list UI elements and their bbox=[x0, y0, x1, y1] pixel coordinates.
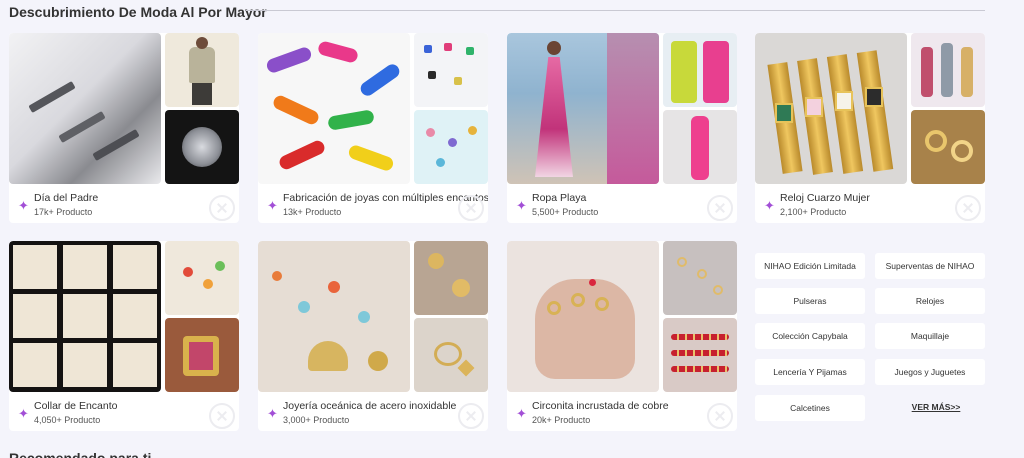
card-image-mosaic bbox=[507, 241, 737, 392]
card-thumb-image bbox=[414, 318, 488, 392]
card-info: ✦ Collar de Encanto 4,050+ Producto bbox=[9, 392, 239, 431]
card-main-image bbox=[507, 33, 659, 184]
tag-coleccion-capybala[interactable]: Colección Capybala bbox=[755, 323, 865, 349]
card-main-image bbox=[9, 33, 161, 184]
card-thumb-image bbox=[663, 318, 737, 392]
card-main-image bbox=[755, 33, 907, 184]
sparkle-icon: ✦ bbox=[267, 406, 278, 421]
category-name[interactable]: Reloj Cuarzo Mujer bbox=[780, 192, 870, 204]
logo-watermark-icon bbox=[209, 195, 235, 221]
tag-juegos-juguetes[interactable]: Juegos y Juguetes bbox=[875, 359, 985, 385]
tag-nihao-edicion-limitada[interactable]: NIHAO Edición Limitada bbox=[755, 253, 865, 279]
card-info: ✦ Ropa Playa 5,500+ Producto bbox=[507, 184, 737, 223]
category-card-joyeria-oceanica[interactable]: ✦ Joyería oceánica de acero inoxidable 3… bbox=[258, 241, 488, 431]
title-divider bbox=[246, 10, 985, 11]
card-image-mosaic bbox=[258, 241, 488, 392]
card-thumb-image bbox=[414, 110, 488, 184]
tag-lenceria-pijamas[interactable]: Lencería Y Pijamas bbox=[755, 359, 865, 385]
card-info: ✦ Día del Padre 17k+ Producto bbox=[9, 184, 239, 223]
card-thumb-image bbox=[414, 241, 488, 315]
card-thumb-image bbox=[165, 110, 239, 184]
card-info: ✦ Fabricación de joyas con múltiples enc… bbox=[258, 184, 488, 223]
category-card-dia-del-padre[interactable]: ✦ Día del Padre 17k+ Producto bbox=[9, 33, 239, 223]
card-thumb-image bbox=[911, 33, 985, 107]
card-thumb-image bbox=[165, 318, 239, 392]
card-image-mosaic bbox=[507, 33, 737, 184]
see-more-link[interactable]: VER MÁS>> bbox=[876, 402, 996, 412]
category-name[interactable]: Fabricación de joyas con múltiples encan… bbox=[283, 192, 488, 204]
tag-superventas-nihao[interactable]: Superventas de NIHAO bbox=[875, 253, 985, 279]
category-name[interactable]: Collar de Encanto bbox=[34, 400, 117, 412]
card-image-mosaic bbox=[9, 241, 239, 392]
product-count: 3,000+ Producto bbox=[283, 415, 350, 425]
card-thumb-image bbox=[663, 33, 737, 107]
card-main-image bbox=[507, 241, 659, 392]
category-name[interactable]: Día del Padre bbox=[34, 192, 98, 204]
section-title: Descubrimiento De Moda Al Por Mayor bbox=[9, 4, 267, 20]
tag-pulseras[interactable]: Pulseras bbox=[755, 288, 865, 314]
category-card-fabricacion-joyas[interactable]: ✦ Fabricación de joyas con múltiples enc… bbox=[258, 33, 488, 223]
card-thumb-image bbox=[165, 241, 239, 315]
logo-watermark-icon bbox=[458, 403, 484, 429]
category-name[interactable]: Ropa Playa bbox=[532, 192, 586, 204]
card-thumb-image bbox=[911, 110, 985, 184]
product-count: 13k+ Producto bbox=[283, 207, 342, 217]
card-main-image bbox=[258, 241, 410, 392]
category-name[interactable]: Joyería oceánica de acero inoxidable bbox=[283, 400, 456, 412]
product-count: 5,500+ Producto bbox=[532, 207, 599, 217]
logo-watermark-icon bbox=[707, 195, 733, 221]
product-count: 17k+ Producto bbox=[34, 207, 93, 217]
category-card-ropa-playa[interactable]: ✦ Ropa Playa 5,500+ Producto bbox=[507, 33, 737, 223]
logo-watermark-icon bbox=[955, 195, 981, 221]
sparkle-icon: ✦ bbox=[18, 198, 29, 213]
category-card-reloj-cuarzo[interactable]: ✦ Reloj Cuarzo Mujer 2,100+ Producto bbox=[755, 33, 985, 223]
card-thumb-image bbox=[165, 33, 239, 107]
card-thumb-image bbox=[663, 110, 737, 184]
category-card-circonita-cobre[interactable]: ✦ Circonita incrustada de cobre 20k+ Pro… bbox=[507, 241, 737, 431]
tag-maquillaje[interactable]: Maquillaje bbox=[875, 323, 985, 349]
card-thumb-image bbox=[414, 33, 488, 107]
card-main-image bbox=[9, 241, 161, 392]
card-image-mosaic bbox=[755, 33, 985, 184]
card-info: ✦ Circonita incrustada de cobre 20k+ Pro… bbox=[507, 392, 737, 431]
sparkle-icon: ✦ bbox=[516, 406, 527, 421]
product-count: 20k+ Producto bbox=[532, 415, 591, 425]
card-image-mosaic bbox=[258, 33, 488, 184]
tag-relojes[interactable]: Relojes bbox=[875, 288, 985, 314]
card-info: ✦ Reloj Cuarzo Mujer 2,100+ Producto bbox=[755, 184, 985, 223]
next-section-title: Recomendado para ti bbox=[9, 450, 152, 458]
sparkle-icon: ✦ bbox=[18, 406, 29, 421]
card-info: ✦ Joyería oceánica de acero inoxidable 3… bbox=[258, 392, 488, 431]
logo-watermark-icon bbox=[458, 195, 484, 221]
category-name[interactable]: Circonita incrustada de cobre bbox=[532, 400, 669, 412]
sparkle-icon: ✦ bbox=[516, 198, 527, 213]
card-image-mosaic bbox=[9, 33, 239, 184]
card-main-image bbox=[258, 33, 410, 184]
logo-watermark-icon bbox=[707, 403, 733, 429]
product-count: 4,050+ Producto bbox=[34, 415, 101, 425]
card-thumb-image bbox=[663, 241, 737, 315]
tag-calcetines[interactable]: Calcetines bbox=[755, 395, 865, 421]
product-count: 2,100+ Producto bbox=[780, 207, 847, 217]
category-card-collar-encanto[interactable]: ✦ Collar de Encanto 4,050+ Producto bbox=[9, 241, 239, 431]
sparkle-icon: ✦ bbox=[764, 198, 775, 213]
sparkle-icon: ✦ bbox=[267, 198, 278, 213]
logo-watermark-icon bbox=[209, 403, 235, 429]
